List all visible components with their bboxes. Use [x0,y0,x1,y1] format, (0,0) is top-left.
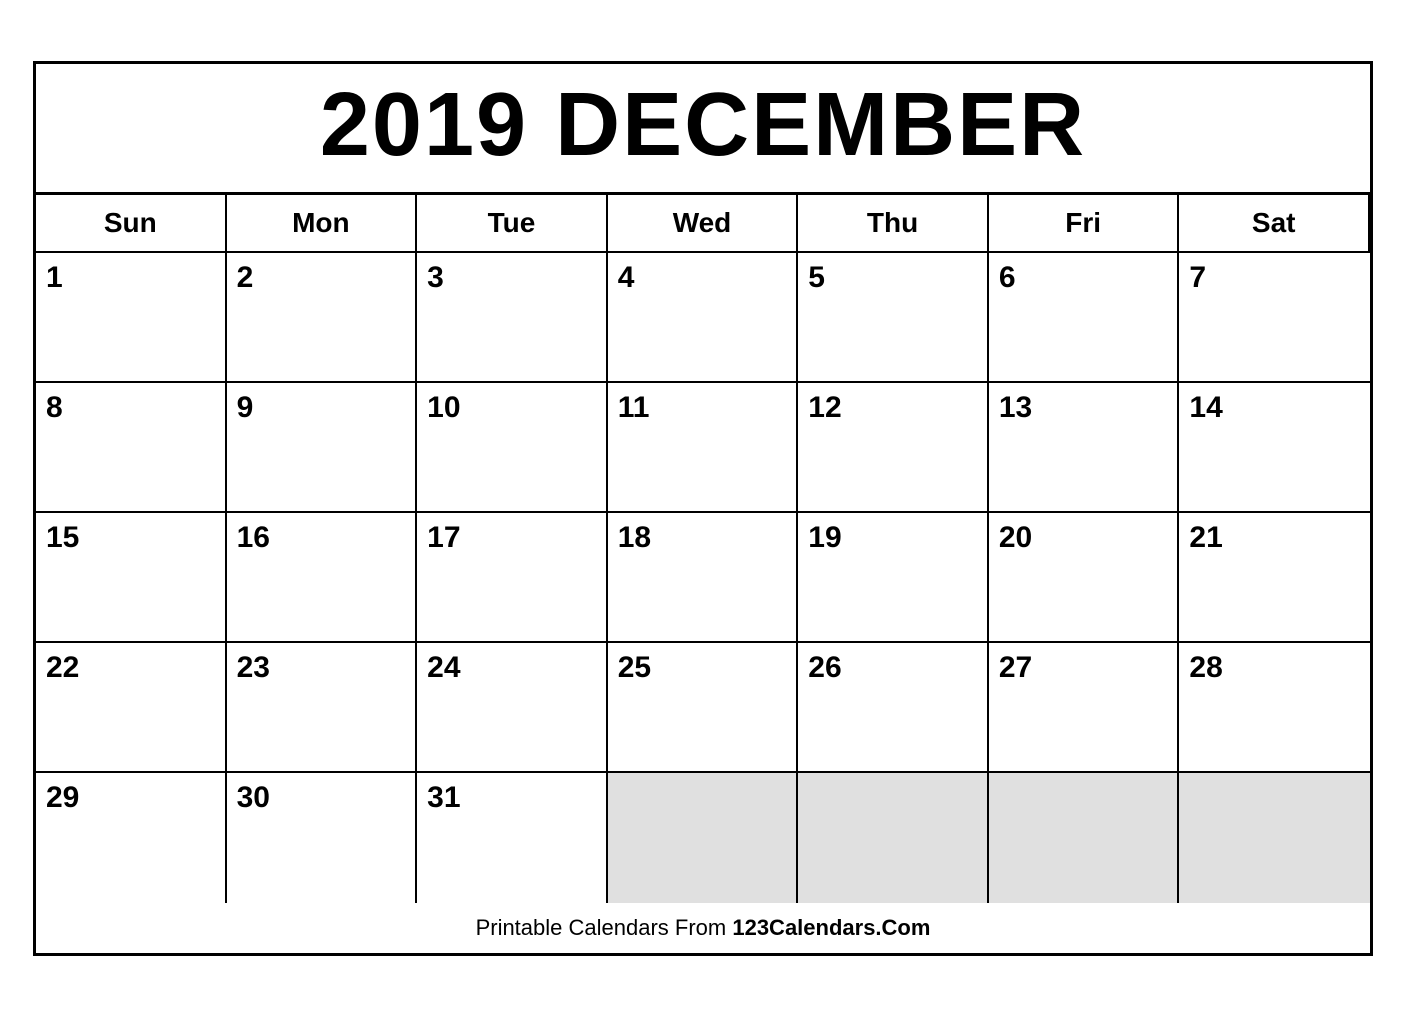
calendar: 2019 DECEMBER SunMonTueWedThuFriSat12345… [33,61,1373,956]
day-cell-6: 6 [989,253,1180,383]
day-cell-14: 14 [1179,383,1370,513]
day-cell-31: 31 [417,773,608,903]
calendar-grid: SunMonTueWedThuFriSat1234567891011121314… [36,195,1370,903]
day-cell-18: 18 [608,513,799,643]
day-cell-1: 1 [36,253,227,383]
footer-prefix: Printable Calendars From [476,915,733,940]
day-cell-23: 23 [227,643,418,773]
day-cell-19: 19 [798,513,989,643]
day-cell-20: 20 [989,513,1180,643]
day-cell-2: 2 [227,253,418,383]
day-cell-24: 24 [417,643,608,773]
day-cell-10: 10 [417,383,608,513]
day-header-sat: Sat [1179,195,1370,253]
calendar-container: 2019 DECEMBER SunMonTueWedThuFriSat12345… [33,41,1373,976]
day-cell-28: 28 [1179,643,1370,773]
empty-cell [989,773,1180,903]
day-cell-27: 27 [989,643,1180,773]
day-header-thu: Thu [798,195,989,253]
day-cell-29: 29 [36,773,227,903]
empty-cell [798,773,989,903]
footer-brand: 123Calendars.Com [732,915,930,940]
day-cell-22: 22 [36,643,227,773]
day-cell-30: 30 [227,773,418,903]
empty-cell [1179,773,1370,903]
day-cell-21: 21 [1179,513,1370,643]
day-cell-11: 11 [608,383,799,513]
day-cell-7: 7 [1179,253,1370,383]
day-cell-15: 15 [36,513,227,643]
day-cell-12: 12 [798,383,989,513]
empty-cell [608,773,799,903]
day-cell-5: 5 [798,253,989,383]
day-header-sun: Sun [36,195,227,253]
day-cell-8: 8 [36,383,227,513]
day-header-fri: Fri [989,195,1180,253]
day-cell-13: 13 [989,383,1180,513]
day-cell-17: 17 [417,513,608,643]
day-header-wed: Wed [608,195,799,253]
calendar-title: 2019 DECEMBER [36,64,1370,195]
day-header-tue: Tue [417,195,608,253]
day-header-mon: Mon [227,195,418,253]
day-cell-26: 26 [798,643,989,773]
day-cell-9: 9 [227,383,418,513]
day-cell-3: 3 [417,253,608,383]
day-cell-25: 25 [608,643,799,773]
calendar-footer: Printable Calendars From 123Calendars.Co… [36,903,1370,953]
day-cell-16: 16 [227,513,418,643]
day-cell-4: 4 [608,253,799,383]
